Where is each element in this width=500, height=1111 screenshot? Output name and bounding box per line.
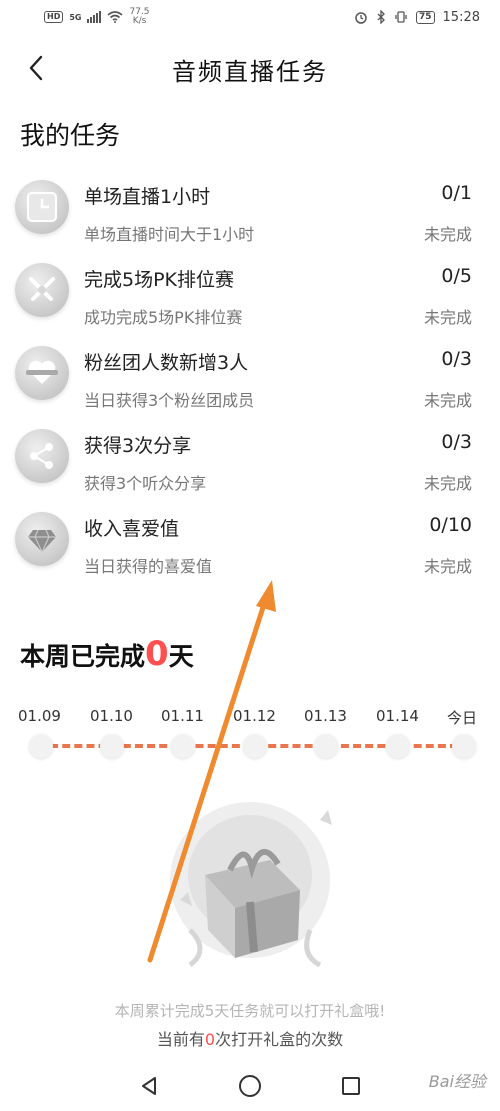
home-circle-icon[interactable] (238, 1074, 262, 1098)
open-count-suffix: 次打开礼盒的次数 (215, 1030, 344, 1049)
task-name: 粉丝团人数新增3人 (84, 352, 249, 374)
task-desc: 获得3个听众分享 (84, 474, 207, 493)
status-time: 15:28 (442, 9, 480, 25)
hd-indicator: HD (44, 11, 64, 23)
share-icon (15, 429, 69, 483)
date-label: 今日 (447, 709, 478, 727)
task-progress: 0/5 (441, 265, 472, 287)
timeline-dates: 01.09 01.10 01.11 01.12 01.13 01.14 今日 (0, 707, 500, 737)
task-name: 收入喜爱值 (84, 518, 180, 540)
week-summary-title: 本周已完成0天 (20, 634, 194, 674)
task-desc: 成功完成5场PK排位赛 (84, 308, 243, 327)
task-status: 未完成 (423, 225, 472, 244)
clock-icon (15, 180, 69, 234)
signal-icon (87, 11, 102, 23)
speed-unit: K/s (132, 16, 147, 26)
task-item[interactable]: 收入喜爱值 当日获得的喜爱值 0/10 未完成 (0, 502, 500, 585)
date-label: 01.11 (161, 707, 204, 725)
week-completed-count: 0 (145, 634, 169, 674)
bluetooth-icon (377, 10, 385, 24)
timeline-dot (171, 734, 195, 758)
alarm-icon (355, 12, 367, 24)
task-desc: 当日获得的喜爱值 (84, 557, 213, 576)
task-name: 单场直播1小时 (84, 186, 211, 208)
task-item[interactable]: 获得3次分享 获得3个听众分享 0/3 未完成 (0, 419, 500, 502)
network-speed: 77.5 K/s (129, 8, 149, 26)
week-title-prefix: 本周已完成 (20, 642, 146, 671)
heart-icon (15, 346, 69, 400)
my-tasks-title: 我的任务 (20, 121, 121, 150)
gift-hint: 本周累计完成5天任务就可以打开礼盒哦! (114, 1002, 386, 1020)
timeline-dot (100, 734, 124, 758)
swords-icon (15, 263, 69, 317)
task-progress: 0/3 (441, 431, 472, 453)
task-status: 未完成 (423, 557, 472, 576)
task-status: 未完成 (423, 474, 472, 493)
timeline-dot (314, 734, 338, 758)
date-label: 01.14 (376, 707, 419, 725)
system-nav-bar (0, 1060, 500, 1111)
recents-square-icon[interactable] (340, 1075, 362, 1097)
page-header: 音频直播任务 (0, 40, 500, 96)
vibrate-icon (395, 11, 407, 23)
back-triangle-icon[interactable] (138, 1075, 160, 1097)
status-bar: HD 5G 77.5 K/s 75 15:28 (0, 0, 500, 34)
gift-open-count: 当前有0次打开礼盒的次数 (0, 1026, 500, 1050)
battery-icon: 75 (416, 10, 435, 24)
timeline-dot (243, 734, 267, 758)
date-label: 01.13 (304, 707, 347, 725)
task-progress: 0/10 (429, 514, 472, 536)
page-title: 音频直播任务 (172, 58, 328, 86)
task-status: 未完成 (423, 308, 472, 327)
timeline-dot (452, 734, 476, 758)
task-item[interactable]: 粉丝团人数新增3人 当日获得3个粉丝团成员 0/3 未完成 (0, 336, 500, 419)
task-progress: 0/1 (441, 182, 472, 204)
task-name: 获得3次分享 (84, 435, 192, 457)
date-label: 01.10 (90, 707, 133, 725)
task-desc: 单场直播时间大于1小时 (84, 225, 255, 244)
gift-box-icon[interactable] (150, 780, 350, 980)
date-label: 01.09 (18, 707, 61, 725)
network-type: 5G (69, 12, 82, 22)
wifi-icon (107, 11, 124, 23)
diamond-icon (15, 512, 69, 566)
open-count-value: 0 (204, 1030, 216, 1049)
open-count-prefix: 当前有 (156, 1030, 205, 1049)
timeline-dot (386, 734, 410, 758)
task-desc: 当日获得3个粉丝团成员 (84, 391, 255, 410)
task-item[interactable]: 完成5场PK排位赛 成功完成5场PK排位赛 0/5 未完成 (0, 253, 500, 336)
task-name: 完成5场PK排位赛 (84, 269, 235, 291)
task-progress: 0/3 (441, 348, 472, 370)
task-status: 未完成 (423, 391, 472, 410)
task-list: 单场直播1小时 单场直播时间大于1小时 0/1 未完成 完成5场PK排位赛 成功… (0, 170, 500, 585)
watermark: Bai经验 (428, 1072, 486, 1091)
week-title-suffix: 天 (168, 642, 194, 671)
date-label: 01.12 (233, 707, 276, 725)
timeline-dot (29, 734, 53, 758)
task-item[interactable]: 单场直播1小时 单场直播时间大于1小时 0/1 未完成 (0, 170, 500, 253)
